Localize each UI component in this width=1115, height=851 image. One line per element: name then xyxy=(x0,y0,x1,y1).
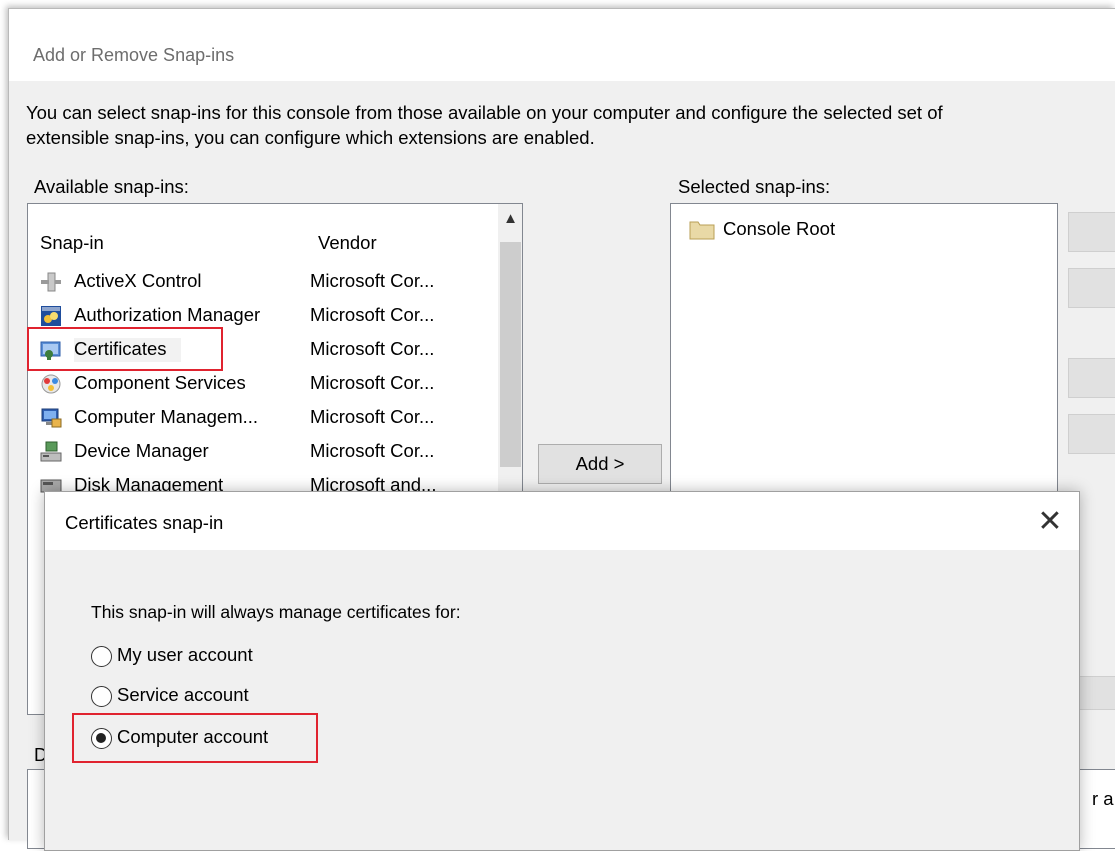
certificates-prompt: This snap-in will always manage certific… xyxy=(91,602,461,622)
modal-title-bar[interactable]: Certificates snap-in ✕ xyxy=(45,492,1079,550)
snapin-vendor: Microsoft Cor... xyxy=(310,270,435,291)
list-item-activex-control[interactable]: ActiveX Control Microsoft Cor... xyxy=(28,265,498,299)
activex-icon xyxy=(40,271,62,293)
radio-label[interactable]: Service account xyxy=(117,684,249,706)
available-snapins-label: Available snap-ins: xyxy=(34,176,189,197)
snapin-vendor: Microsoft Cor... xyxy=(310,338,435,359)
radio-button[interactable] xyxy=(91,686,112,707)
close-icon[interactable]: ✕ xyxy=(1030,502,1070,542)
side-button-1[interactable] xyxy=(1068,212,1115,252)
column-header-vendor[interactable]: Vendor xyxy=(318,232,377,254)
add-button[interactable]: Add > xyxy=(538,444,662,484)
list-item-authorization-manager[interactable]: Authorization Manager Microsoft Cor... xyxy=(28,299,498,333)
list-item-component-services[interactable]: Component Services Microsoft Cor... xyxy=(28,367,498,401)
list-item-computer-management[interactable]: Computer Managem... Microsoft Cor... xyxy=(28,401,498,435)
radio-label[interactable]: My user account xyxy=(117,644,253,666)
certificates-icon xyxy=(40,339,62,361)
snapin-name: Device Manager xyxy=(74,440,209,461)
intro-text: You can select snap-ins for this console… xyxy=(26,100,1115,150)
intro-line-2: extensible snap-ins, you can configure w… xyxy=(26,127,595,148)
component-services-icon xyxy=(40,373,62,395)
authorization-manager-icon xyxy=(40,305,62,327)
radio-label[interactable]: Computer account xyxy=(117,726,268,748)
chevron-up-icon[interactable]: ▲ xyxy=(498,210,522,240)
scrollbar-thumb[interactable] xyxy=(500,242,521,467)
snapin-name: ActiveX Control xyxy=(74,270,202,291)
snapin-name: Authorization Manager xyxy=(74,304,261,325)
snapin-name: Certificates xyxy=(74,338,181,362)
snapin-vendor: Microsoft Cor... xyxy=(310,440,435,461)
side-button-3[interactable] xyxy=(1068,358,1115,398)
folder-icon xyxy=(689,218,715,240)
radio-button-selected[interactable] xyxy=(91,728,112,749)
selected-snapins-label: Selected snap-ins: xyxy=(678,176,831,197)
selected-item-label: Console Root xyxy=(723,218,836,239)
certificates-snapin-dialog: Certificates snap-in ✕ This snap-in will… xyxy=(44,491,1080,851)
snapin-vendor: Microsoft Cor... xyxy=(310,406,435,427)
snapin-vendor: Microsoft Cor... xyxy=(310,304,435,325)
list-item-device-manager[interactable]: Device Manager Microsoft Cor... xyxy=(28,435,498,469)
outer-title-bar[interactable]: Add or Remove Snap-ins xyxy=(9,9,1115,81)
computer-management-icon xyxy=(40,407,62,429)
device-manager-icon xyxy=(40,441,62,463)
modal-title: Certificates snap-in xyxy=(65,512,224,533)
outer-dialog-title: Add or Remove Snap-ins xyxy=(33,45,235,65)
snapin-name: Computer Managem... xyxy=(74,406,259,427)
radio-button[interactable] xyxy=(91,646,112,667)
column-header-snapin[interactable]: Snap-in xyxy=(40,232,104,254)
snapin-name: Component Services xyxy=(74,372,246,393)
side-button-2[interactable] xyxy=(1068,268,1115,308)
side-button-4[interactable] xyxy=(1068,414,1115,454)
snapin-vendor: Microsoft Cor... xyxy=(310,372,435,393)
intro-line-1: You can select snap-ins for this console… xyxy=(26,102,943,123)
list-item-certificates[interactable]: Certificates Microsoft Cor... xyxy=(28,333,498,367)
description-text-partial: r a xyxy=(1092,788,1114,809)
